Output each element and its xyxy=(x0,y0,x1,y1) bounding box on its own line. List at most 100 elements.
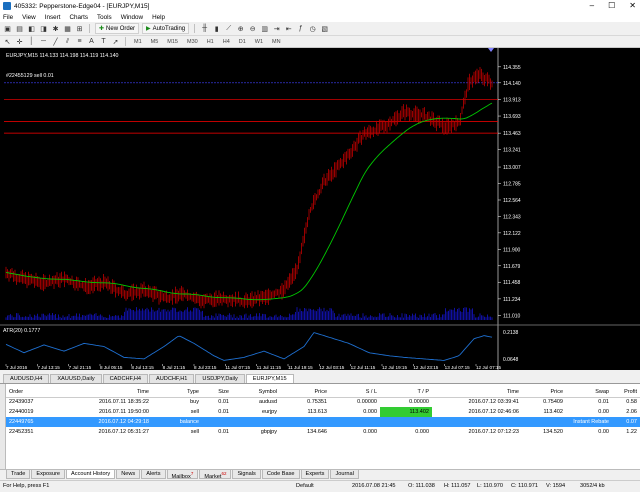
tab-market[interactable]: Market62 xyxy=(199,470,232,480)
strategy-tester-icon[interactable]: ⊞ xyxy=(75,24,84,33)
close-time-cell: 2016.07.12 07:12:23 xyxy=(468,429,519,435)
menu-insert[interactable]: Insert xyxy=(45,14,61,21)
size-cell xyxy=(202,417,232,427)
close-price-cell xyxy=(522,417,566,427)
new-order-button[interactable]: ✚ New Order xyxy=(95,23,140,34)
zoom-out-icon[interactable]: ⊖ xyxy=(248,24,257,33)
tab-account-history[interactable]: Account History xyxy=(66,470,116,479)
table-row[interactable]: 22449765 2016.07.12 04:29:18 balance Ins… xyxy=(6,417,640,427)
col-price[interactable]: Price xyxy=(280,387,330,398)
channel-icon[interactable]: ⫽ xyxy=(63,37,72,46)
mailbox-badge: 7 xyxy=(190,471,194,476)
table-row[interactable]: 22440019 2016.07.11 19:50:00 sell 0.01 e… xyxy=(6,407,640,417)
chart-tab-audchf[interactable]: AUDCHF,H1 xyxy=(149,374,195,383)
table-row[interactable]: 22439037 2016.07.11 18:35:22 buy 0.01 au… xyxy=(6,397,640,407)
chart-tab-eurjpy[interactable]: EURJPY,M15 xyxy=(245,374,294,383)
symbol-cell: eurjpy xyxy=(262,409,277,415)
chart-shift-marker[interactable] xyxy=(488,48,494,52)
terminal-icon[interactable]: ▦ xyxy=(63,24,72,33)
tab-trade[interactable]: Trade xyxy=(6,470,31,479)
price-cell: 0.75351 xyxy=(307,399,327,406)
shift-icon[interactable]: ⇤ xyxy=(284,24,293,33)
bar-chart-icon[interactable]: ╫ xyxy=(200,24,209,33)
col-sl[interactable]: S / L xyxy=(330,387,380,398)
market-watch-icon[interactable]: ◧ xyxy=(27,24,36,33)
templates-icon[interactable]: ▧ xyxy=(320,24,329,33)
auto-trading-button[interactable]: ▶ AutoTrading xyxy=(142,23,190,34)
price-label: 113.241 xyxy=(503,148,521,154)
col-tp[interactable]: T / P xyxy=(380,387,432,398)
chart-window[interactable]: 114.355 114.140 113.913 113.693 113.463 113.2… xyxy=(0,48,640,370)
type-cell: sell xyxy=(190,429,199,435)
menu-file[interactable]: File xyxy=(3,14,13,21)
timeframe-m15[interactable]: M15 xyxy=(164,39,181,45)
col-profit[interactable]: Profit xyxy=(612,387,640,398)
close-time-cell xyxy=(432,417,522,427)
profiles-icon[interactable]: ▤ xyxy=(15,24,24,33)
tab-alerts[interactable]: Alerts xyxy=(141,470,166,479)
timeframe-m1[interactable]: M1 xyxy=(131,39,145,45)
timeframe-m30[interactable]: M30 xyxy=(184,39,201,45)
col-size[interactable]: Size xyxy=(202,387,232,398)
col-time[interactable]: Time xyxy=(68,387,152,398)
menu-help[interactable]: Help xyxy=(152,14,165,21)
timeframe-d1[interactable]: D1 xyxy=(236,39,249,45)
scroll-icon[interactable]: ⇥ xyxy=(272,24,281,33)
status-open: O: 111.038 xyxy=(408,483,435,489)
candlestick-icon[interactable]: ▮ xyxy=(212,24,221,33)
col-close-time[interactable]: Time xyxy=(432,387,522,398)
zoom-in-icon[interactable]: ⊕ xyxy=(236,24,245,33)
chart-tab-cadchf[interactable]: CADCHF,H4 xyxy=(102,374,149,383)
time-label: 8 Jul 23:15 xyxy=(194,365,217,370)
col-order[interactable]: Order xyxy=(6,387,68,398)
col-swap[interactable]: Swap xyxy=(566,387,612,398)
atr-label: 0.2138 xyxy=(503,330,519,336)
new-chart-icon[interactable]: ▣ xyxy=(3,24,12,33)
trendline-icon[interactable]: ╱ xyxy=(51,37,60,46)
col-close-price[interactable]: Price xyxy=(522,387,566,398)
tab-exposure[interactable]: Exposure xyxy=(31,470,66,479)
minimize-button[interactable]: – xyxy=(590,0,594,11)
text-icon[interactable]: A xyxy=(87,37,96,46)
cursor-icon[interactable]: ↖ xyxy=(3,37,12,46)
navigator-icon[interactable]: ✱ xyxy=(51,24,60,33)
periods-icon[interactable]: ◷ xyxy=(308,24,317,33)
timeframe-w1[interactable]: W1 xyxy=(252,39,266,45)
col-symbol[interactable]: Symbol xyxy=(232,387,280,398)
indicators-icon[interactable]: ƒ xyxy=(296,24,305,33)
label-icon[interactable]: T xyxy=(99,37,108,46)
chart-tab-xauusd[interactable]: XAUUSD,Daily xyxy=(50,374,102,383)
col-type[interactable]: Type xyxy=(152,387,202,398)
tab-experts[interactable]: Experts xyxy=(300,470,330,479)
menu-window[interactable]: Window xyxy=(121,14,143,21)
chart-tab-usdjpy[interactable]: USDJPY,Daily xyxy=(195,374,245,383)
profit-cell: 2.06 xyxy=(626,409,637,415)
data-window-icon[interactable]: ◨ xyxy=(39,24,48,33)
tab-news[interactable]: News xyxy=(116,470,141,479)
time-label: 12 Jul 23:15 xyxy=(413,365,438,370)
crosshair-icon[interactable]: ✛ xyxy=(15,37,24,46)
tab-signals[interactable]: Signals xyxy=(232,470,261,479)
menu-view[interactable]: View xyxy=(22,14,36,21)
menu-charts[interactable]: Charts xyxy=(69,14,88,21)
table-row[interactable]: 22452351 2016.07.12 05:31:27 sell 0.01 g… xyxy=(6,427,640,437)
vertical-line-icon[interactable]: │ xyxy=(27,37,36,46)
price-chart[interactable]: 114.355 114.140 113.913 113.693 113.463 113.2… xyxy=(0,48,640,370)
menu-tools[interactable]: Tools xyxy=(97,14,112,21)
chart-tab-audusd[interactable]: AUDUSD,H4 xyxy=(3,374,50,383)
timeframe-mn[interactable]: MN xyxy=(269,39,284,45)
fibonacci-icon[interactable]: ≡ xyxy=(75,37,84,46)
maximize-button[interactable]: ☐ xyxy=(608,0,615,11)
timeframe-h4[interactable]: H4 xyxy=(220,39,233,45)
tab-code-base[interactable]: Code Base xyxy=(261,470,300,479)
tab-journal[interactable]: Journal xyxy=(330,470,359,479)
close-button[interactable]: ✕ xyxy=(629,0,636,11)
price-cell: 134.646 xyxy=(307,429,327,435)
timeframe-h1[interactable]: H1 xyxy=(204,39,217,45)
horizontal-line-icon[interactable]: ─ xyxy=(39,37,48,46)
line-chart-icon[interactable]: ⟋ xyxy=(224,24,233,33)
tile-icon[interactable]: ▥ xyxy=(260,24,269,33)
timeframe-m5[interactable]: M5 xyxy=(148,39,162,45)
arrows-icon[interactable]: ➚ xyxy=(111,37,120,46)
tab-mailbox[interactable]: Mailbox7 xyxy=(166,470,199,480)
